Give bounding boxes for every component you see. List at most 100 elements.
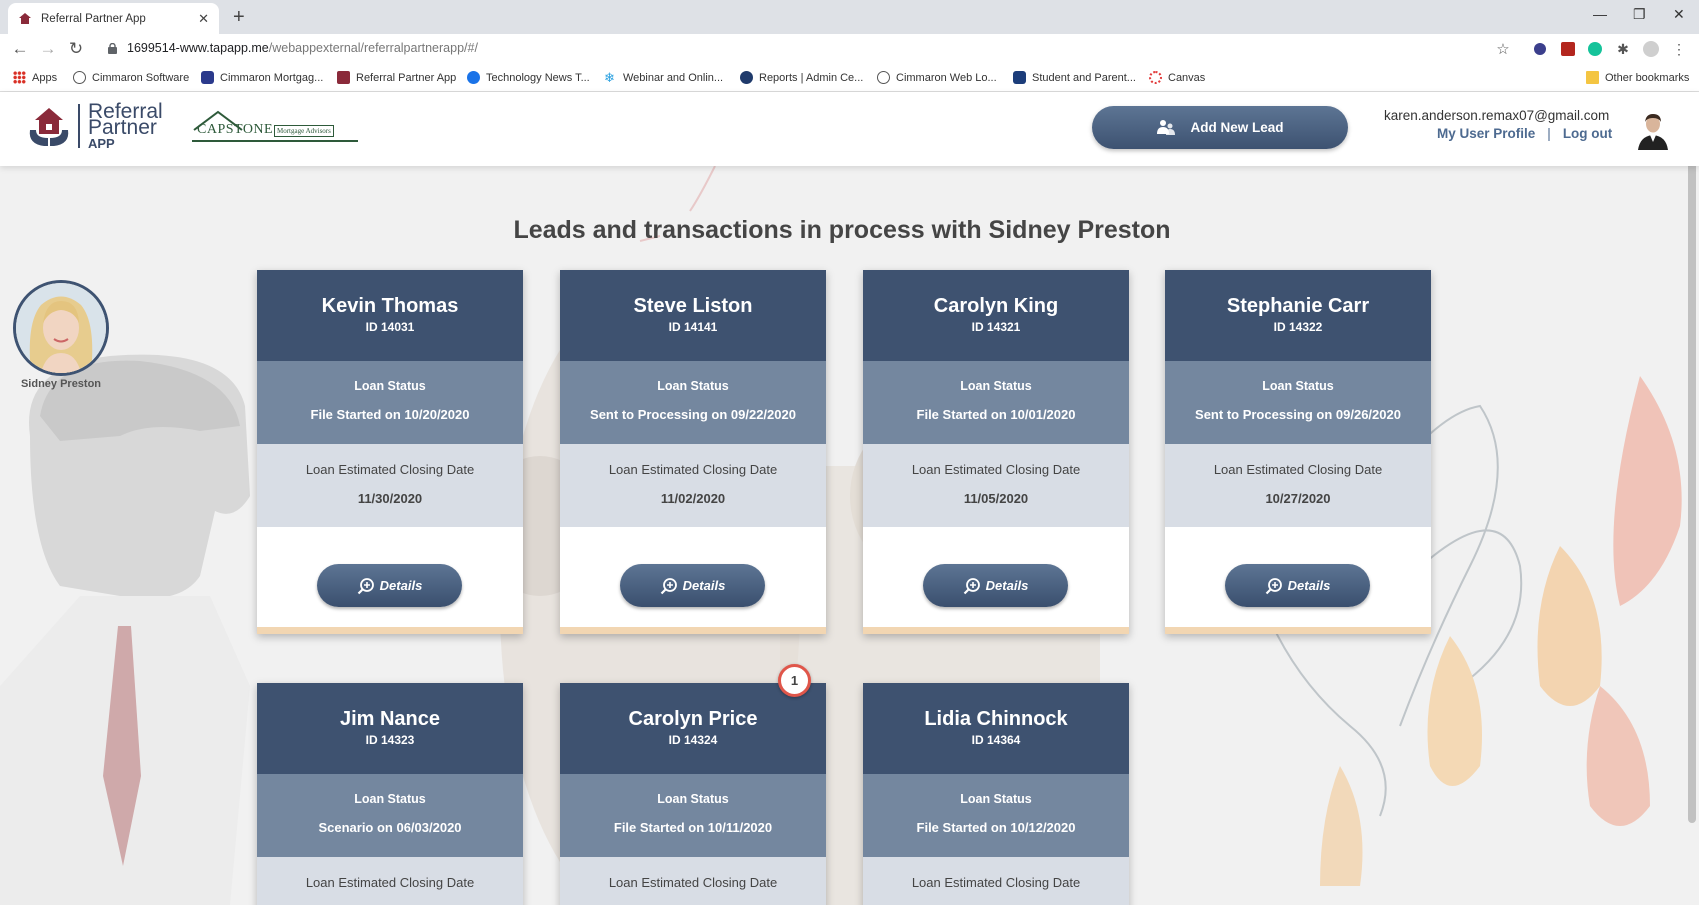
bookmark-cimmaron-web-login[interactable]: Cimmaron Web Lo... xyxy=(877,71,997,84)
details-label: Details xyxy=(682,578,726,593)
bookmark-apps[interactable]: Apps xyxy=(13,71,57,84)
globe-icon xyxy=(877,71,890,84)
agent-profile[interactable]: Sidney Preston xyxy=(13,280,109,390)
bookmark-label: Cimmaron Mortgag... xyxy=(220,71,324,84)
lead-closing-date: Loan Estimated Closing Date xyxy=(257,857,523,905)
lead-closing-date: Loan Estimated Closing Date 11/02/2020 xyxy=(560,444,826,527)
lead-card-header: Lidia Chinnock ID 14364 xyxy=(863,683,1129,774)
details-button[interactable]: Details xyxy=(1225,564,1370,607)
lock-icon xyxy=(108,43,117,54)
scrollbar-thumb[interactable] xyxy=(1688,98,1696,823)
agent-name: Sidney Preston xyxy=(20,378,102,390)
notification-badge[interactable]: 1 xyxy=(778,664,811,697)
reload-icon[interactable]: ↻ xyxy=(65,39,87,59)
closing-date-label: Loan Estimated Closing Date xyxy=(305,875,475,890)
bookmark-referral-partner-app[interactable]: Referral Partner App xyxy=(337,71,456,84)
extension-pdf-icon[interactable] xyxy=(1559,40,1577,58)
bookmark-label: Student and Parent... xyxy=(1032,71,1136,84)
close-window-icon[interactable]: ✕ xyxy=(1673,6,1685,23)
cimmaron-mortgage-icon xyxy=(201,71,214,84)
closing-date-label: Loan Estimated Closing Date xyxy=(911,462,1081,477)
loan-status-label: Loan Status xyxy=(960,792,1032,806)
link-separator: | xyxy=(1547,126,1551,141)
closing-date-label: Loan Estimated Closing Date xyxy=(608,462,778,477)
close-tab-icon[interactable]: ✕ xyxy=(198,11,209,27)
zoom-in-icon xyxy=(1265,577,1282,594)
bookmark-label: Cimmaron Web Lo... xyxy=(896,71,997,84)
bookmark-webinar[interactable]: ❄ Webinar and Onlin... xyxy=(604,71,723,84)
bookmark-reports-admin[interactable]: Reports | Admin Ce... xyxy=(740,71,863,84)
forward-icon[interactable]: → xyxy=(37,39,59,59)
lead-closing-date: Loan Estimated Closing Date 11/30/2020 xyxy=(257,444,523,527)
lead-card-footer: Details xyxy=(1165,527,1431,634)
lead-loan-status: Loan Status File Started on 10/11/2020 xyxy=(560,774,826,857)
capstone-logo: CAPSTONE Mortgage Advisors xyxy=(192,108,358,144)
closing-date-value: 10/27/2020 xyxy=(1265,491,1331,506)
lead-card-footer: Details xyxy=(863,527,1129,634)
lead-closing-date: Loan Estimated Closing Date xyxy=(863,857,1129,905)
user-links: My User Profile | Log out xyxy=(1437,126,1612,141)
bookmark-star-icon[interactable]: ☆ xyxy=(1494,40,1512,58)
bookmark-canvas[interactable]: Canvas xyxy=(1149,71,1205,84)
details-label: Details xyxy=(985,578,1029,593)
agent-photo xyxy=(16,283,106,373)
bookmark-cimmaron-software[interactable]: Cimmaron Software xyxy=(73,71,189,84)
loan-status-label: Loan Status xyxy=(354,379,426,393)
details-button[interactable]: Details xyxy=(620,564,765,607)
house-hands-logo-icon xyxy=(29,108,69,146)
bookmark-label: Referral Partner App xyxy=(356,71,457,84)
browser-menu-icon[interactable]: ⋮ xyxy=(1670,40,1688,58)
lead-name: Jim Nance xyxy=(339,708,441,730)
details-button[interactable]: Details xyxy=(923,564,1068,607)
user-avatar[interactable] xyxy=(1636,112,1670,150)
lead-card-footer: Details xyxy=(560,527,826,634)
closing-date-label: Loan Estimated Closing Date xyxy=(1213,462,1383,477)
my-user-profile-link[interactable]: My User Profile xyxy=(1437,126,1535,141)
zoom-in-icon xyxy=(660,577,677,594)
lead-id: ID 14031 xyxy=(365,320,415,334)
closing-date-value: 11/02/2020 xyxy=(660,491,726,506)
minimize-icon[interactable]: — xyxy=(1593,6,1607,22)
lead-id: ID 14323 xyxy=(365,733,415,747)
add-new-lead-button[interactable]: Add New Lead xyxy=(1092,106,1348,149)
url-path: /webappexternal/referralpartnerapp/#/ xyxy=(268,41,478,55)
referral-app-icon xyxy=(337,71,350,84)
lead-id: ID 14364 xyxy=(971,733,1021,747)
log-out-link[interactable]: Log out xyxy=(1563,126,1612,141)
logo-text: Referral Partner APP xyxy=(88,101,163,152)
zoom-in-icon xyxy=(963,577,980,594)
loan-status-value: File Started on 10/20/2020 xyxy=(310,407,470,422)
profile-avatar-icon[interactable] xyxy=(1642,40,1660,58)
lead-name: Stephanie Carr xyxy=(1226,295,1370,317)
bookmark-technology-news[interactable]: Technology News T... xyxy=(467,71,590,84)
new-tab-icon[interactable]: + xyxy=(233,6,245,29)
details-button[interactable]: Details xyxy=(317,564,462,607)
referral-app-favicon-icon xyxy=(19,12,31,24)
bookmark-other[interactable]: Other bookmarks xyxy=(1586,71,1689,84)
extensions-puzzle-icon[interactable]: ✱ xyxy=(1614,40,1632,58)
capstone-logo-text: CAPSTONE xyxy=(197,122,274,137)
browser-tab[interactable]: Referral Partner App ✕ xyxy=(8,3,219,34)
lead-card-header: Carolyn Price ID 14324 xyxy=(560,683,826,774)
details-label: Details xyxy=(379,578,423,593)
bookmark-label: Apps xyxy=(32,71,58,84)
loan-status-value: File Started on 10/11/2020 xyxy=(613,820,773,835)
extension-grammarly-icon[interactable] xyxy=(1586,40,1604,58)
details-label: Details xyxy=(1287,578,1331,593)
bookmark-label: Reports | Admin Ce... xyxy=(759,71,864,84)
referral-partner-logo[interactable]: Referral Partner APP xyxy=(26,101,163,152)
bookmark-label: Webinar and Onlin... xyxy=(623,71,724,84)
url-host: 1699514-www.tapapp.me xyxy=(127,41,269,55)
closing-date-label: Loan Estimated Closing Date xyxy=(305,462,475,477)
canvas-icon xyxy=(1149,71,1162,84)
extension-shield-icon[interactable] xyxy=(1531,40,1549,58)
address-bar[interactable]: 1699514-www.tapapp.me/webappexternal/ref… xyxy=(127,41,478,55)
closing-date-value: 11/30/2020 xyxy=(357,491,423,506)
back-icon[interactable]: ← xyxy=(9,39,31,59)
lead-loan-status: Loan Status Scenario on 06/03/2020 xyxy=(257,774,523,857)
restore-icon[interactable]: ❐ xyxy=(1633,6,1646,23)
loan-status-value: File Started on 10/01/2020 xyxy=(916,407,1076,422)
lead-loan-status: Loan Status File Started on 10/20/2020 xyxy=(257,361,523,444)
bookmark-student-parent[interactable]: Student and Parent... xyxy=(1013,71,1136,84)
bookmark-cimmaron-mortgage[interactable]: Cimmaron Mortgag... xyxy=(201,71,323,84)
